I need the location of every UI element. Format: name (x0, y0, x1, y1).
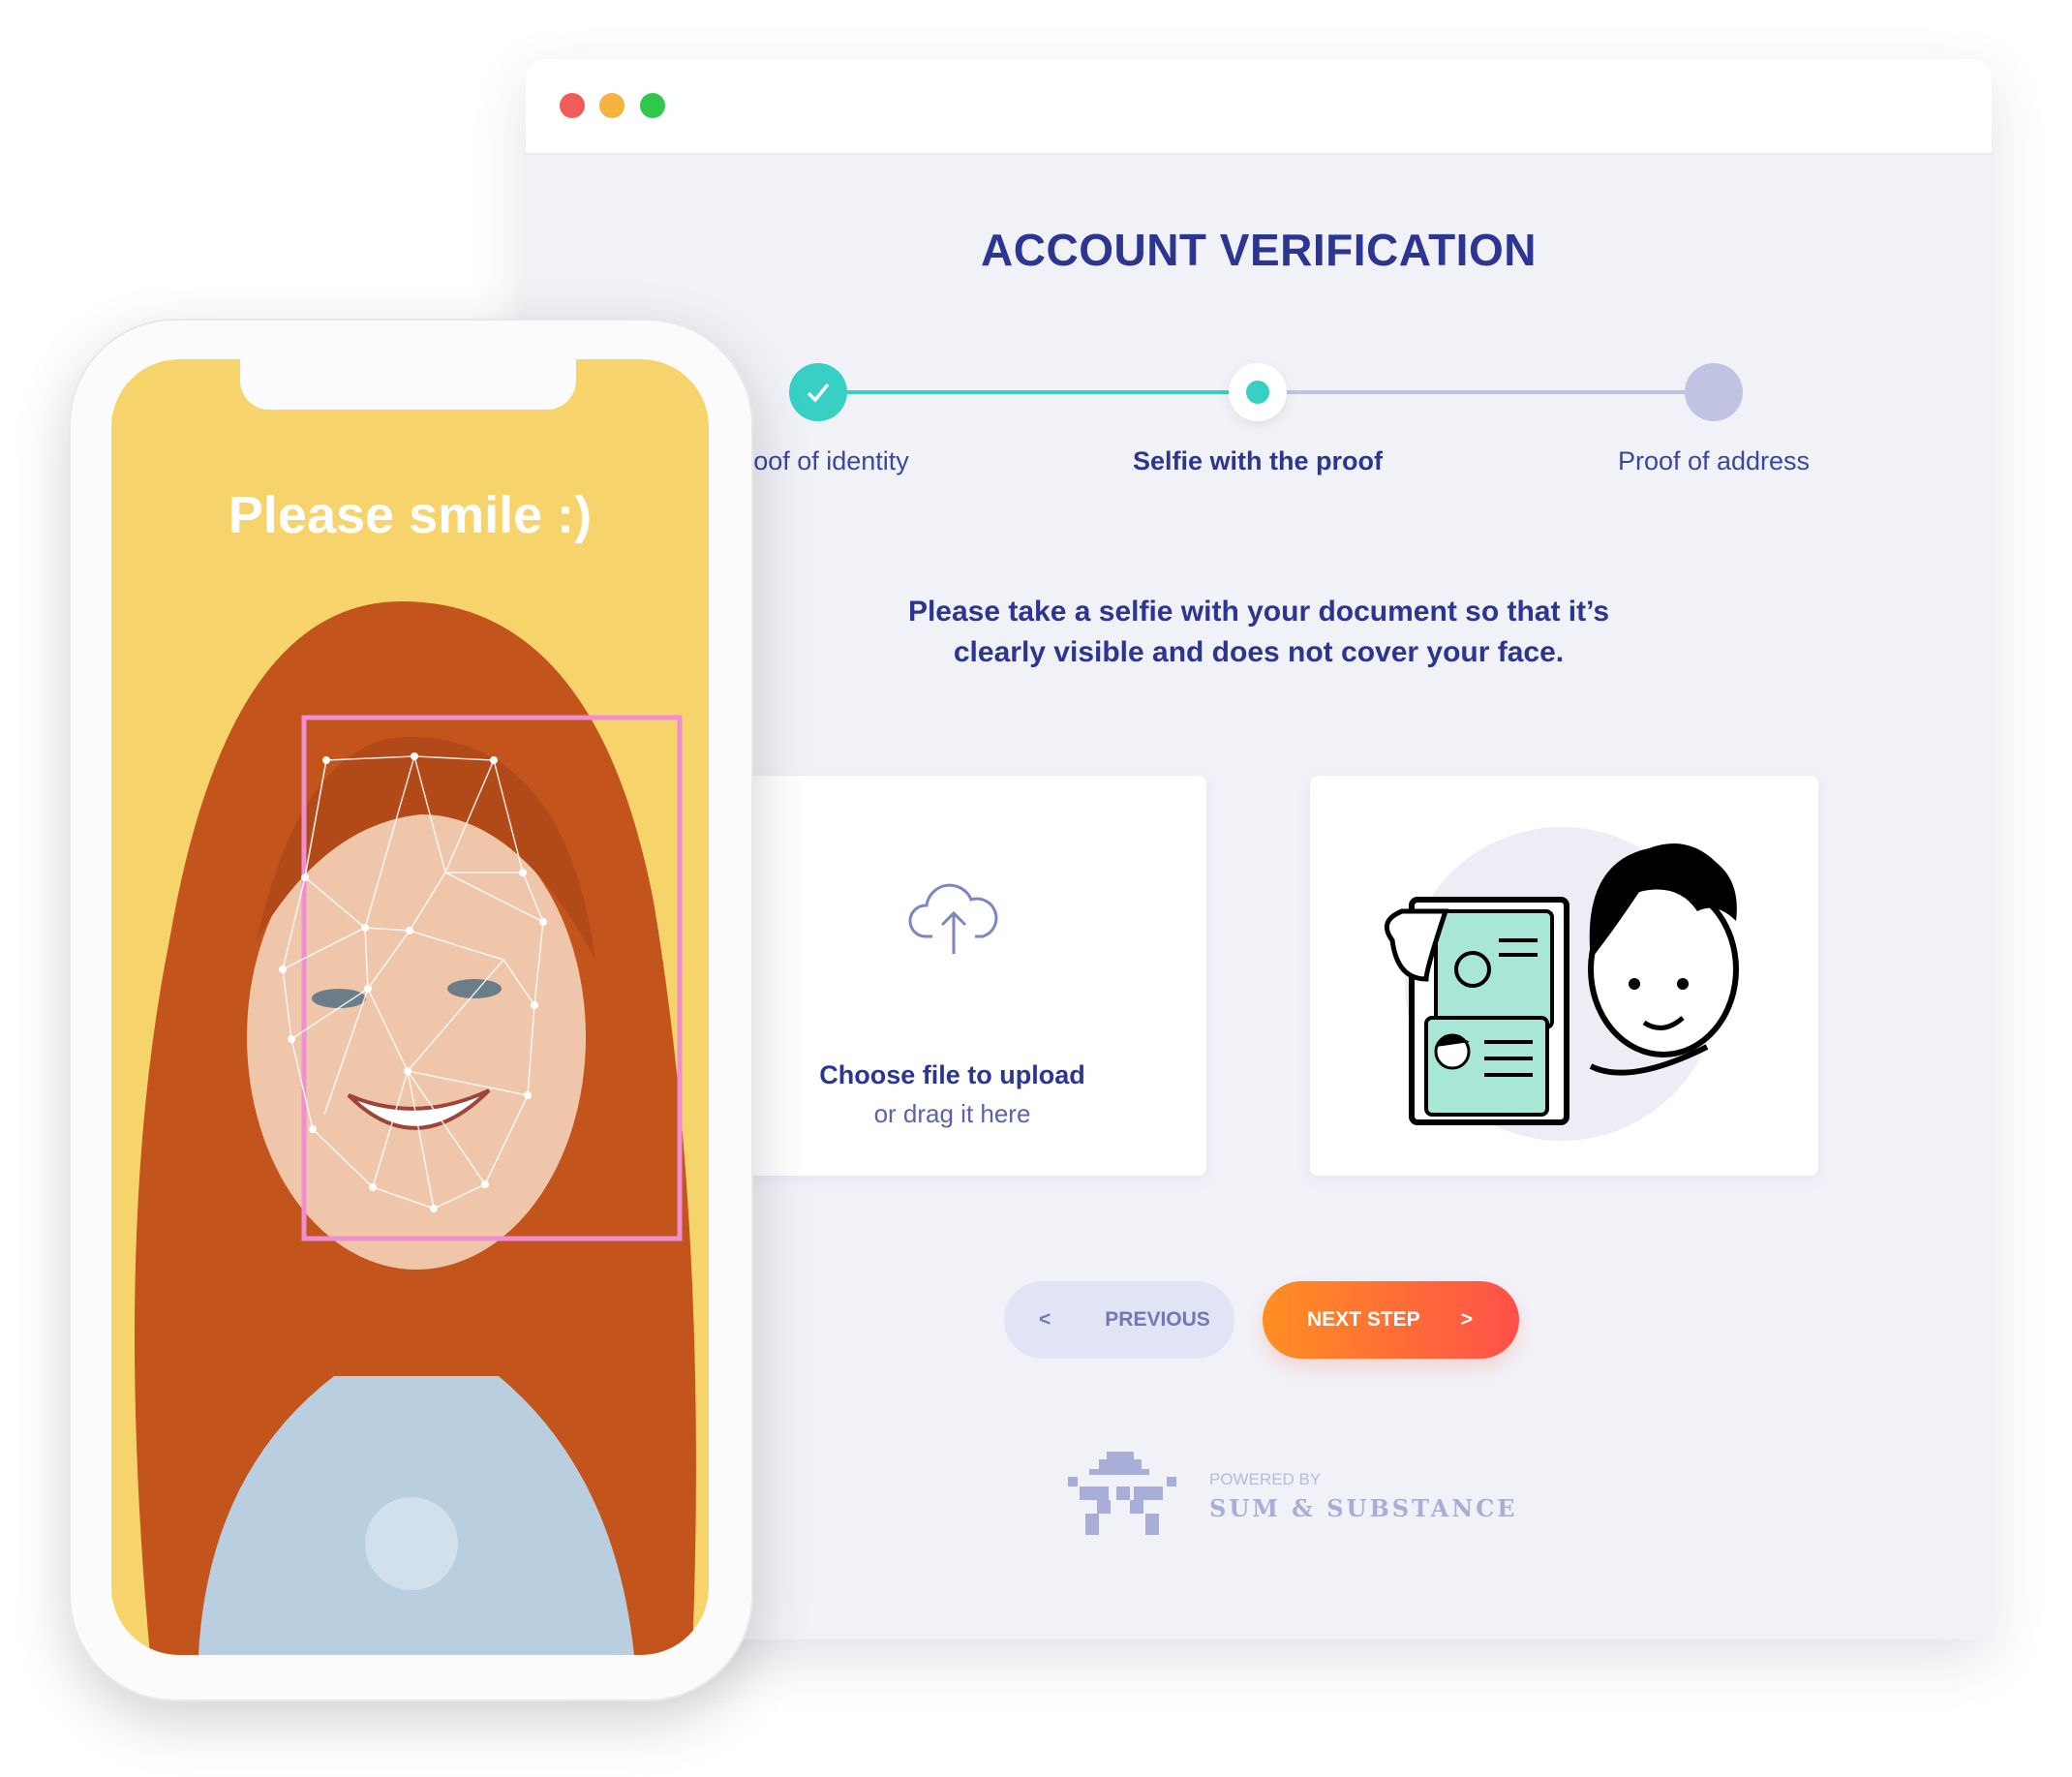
sum-substance-logo (1068, 1452, 1176, 1535)
phone-notch (240, 357, 576, 410)
step-label-selfie: Selfie with the proof (1132, 446, 1383, 475)
selfie-example-card (1310, 776, 1818, 1176)
next-label: NEXT STEP (1307, 1308, 1420, 1331)
previous-label: PREVIOUS (1105, 1308, 1210, 1331)
smile-prompt: Please smile :) (228, 486, 593, 544)
close-window-button[interactable] (560, 93, 585, 118)
next-step-button[interactable]: NEXT STEP > (1263, 1281, 1519, 1359)
step-proof-of-address[interactable] (1685, 363, 1743, 421)
phone-screen: Please smile :) (111, 359, 709, 1655)
page-title: ACCOUNT VERIFICATION (981, 225, 1537, 275)
phone-mockup: Please smile :) (69, 319, 753, 1701)
stepper-progress-line (818, 390, 1258, 394)
step-selfie-with-proof[interactable] (1229, 363, 1287, 421)
chevron-left-icon: < (1039, 1308, 1051, 1331)
title-bar (526, 59, 1992, 155)
chevron-right-icon: > (1460, 1308, 1473, 1331)
cloud-upload-icon (908, 883, 998, 954)
upload-title: Choose file to upload (819, 1060, 1085, 1089)
selfie-illustration (1384, 827, 1739, 1141)
maximize-window-button[interactable] (640, 93, 665, 118)
stepper-pending-line (1258, 390, 1714, 394)
step-label-address: Proof of address (1617, 446, 1811, 475)
minimize-window-button[interactable] (599, 93, 625, 118)
active-step-dot (1246, 381, 1269, 404)
brand-name: SUM & SUBSTANCE (1209, 1494, 1518, 1522)
previous-button[interactable]: < PREVIOUS (1004, 1281, 1234, 1359)
check-icon (807, 383, 830, 403)
upload-subtitle: or drag it here (873, 1099, 1031, 1128)
upload-dropzone[interactable]: Choose file to upload or drag it here (698, 776, 1206, 1176)
shutter-button[interactable] (365, 1497, 458, 1590)
selfie-camera-view (135, 601, 696, 1655)
step-proof-of-identity[interactable] (789, 363, 847, 421)
powered-by-label: POWERED BY (1209, 1470, 1322, 1488)
